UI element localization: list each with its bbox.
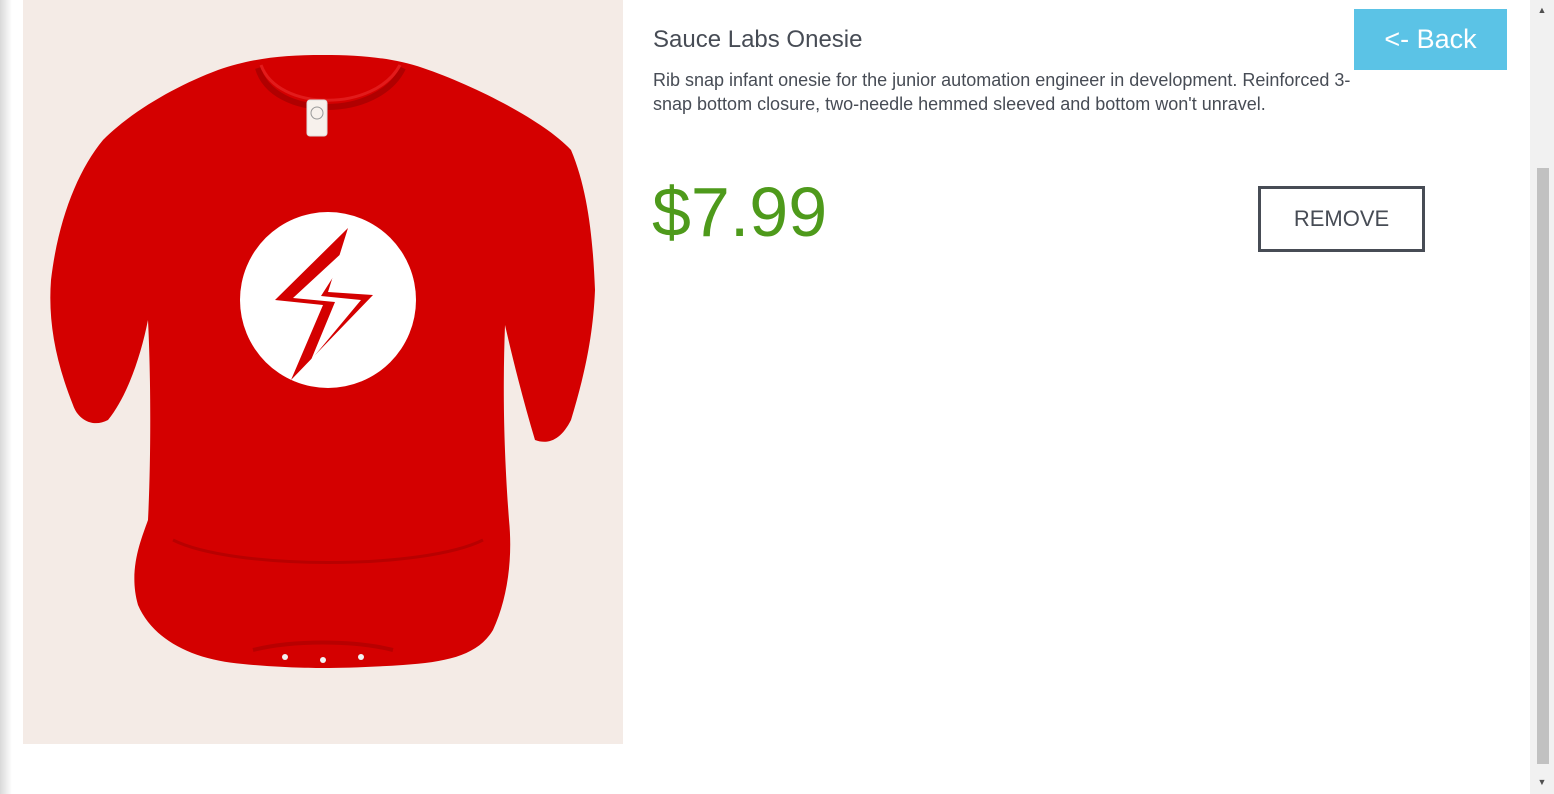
scroll-down-arrow-icon[interactable]: ▼ (1530, 774, 1554, 790)
back-button[interactable]: <- Back (1354, 9, 1507, 70)
product-description: Rib snap infant onesie for the junior au… (653, 70, 1351, 114)
vertical-scrollbar[interactable]: ▲ ▼ (1530, 0, 1554, 794)
scrollbar-thumb[interactable] (1537, 168, 1549, 764)
onesie-illustration (23, 0, 623, 744)
product-name: Sauce Labs Onesie (653, 26, 863, 53)
product-price: $7.99 (652, 173, 828, 251)
page-edge-shadow (0, 0, 12, 794)
scroll-up-arrow-icon[interactable]: ▲ (1530, 2, 1554, 18)
product-image (23, 0, 623, 744)
remove-button[interactable]: REMOVE (1258, 186, 1425, 252)
